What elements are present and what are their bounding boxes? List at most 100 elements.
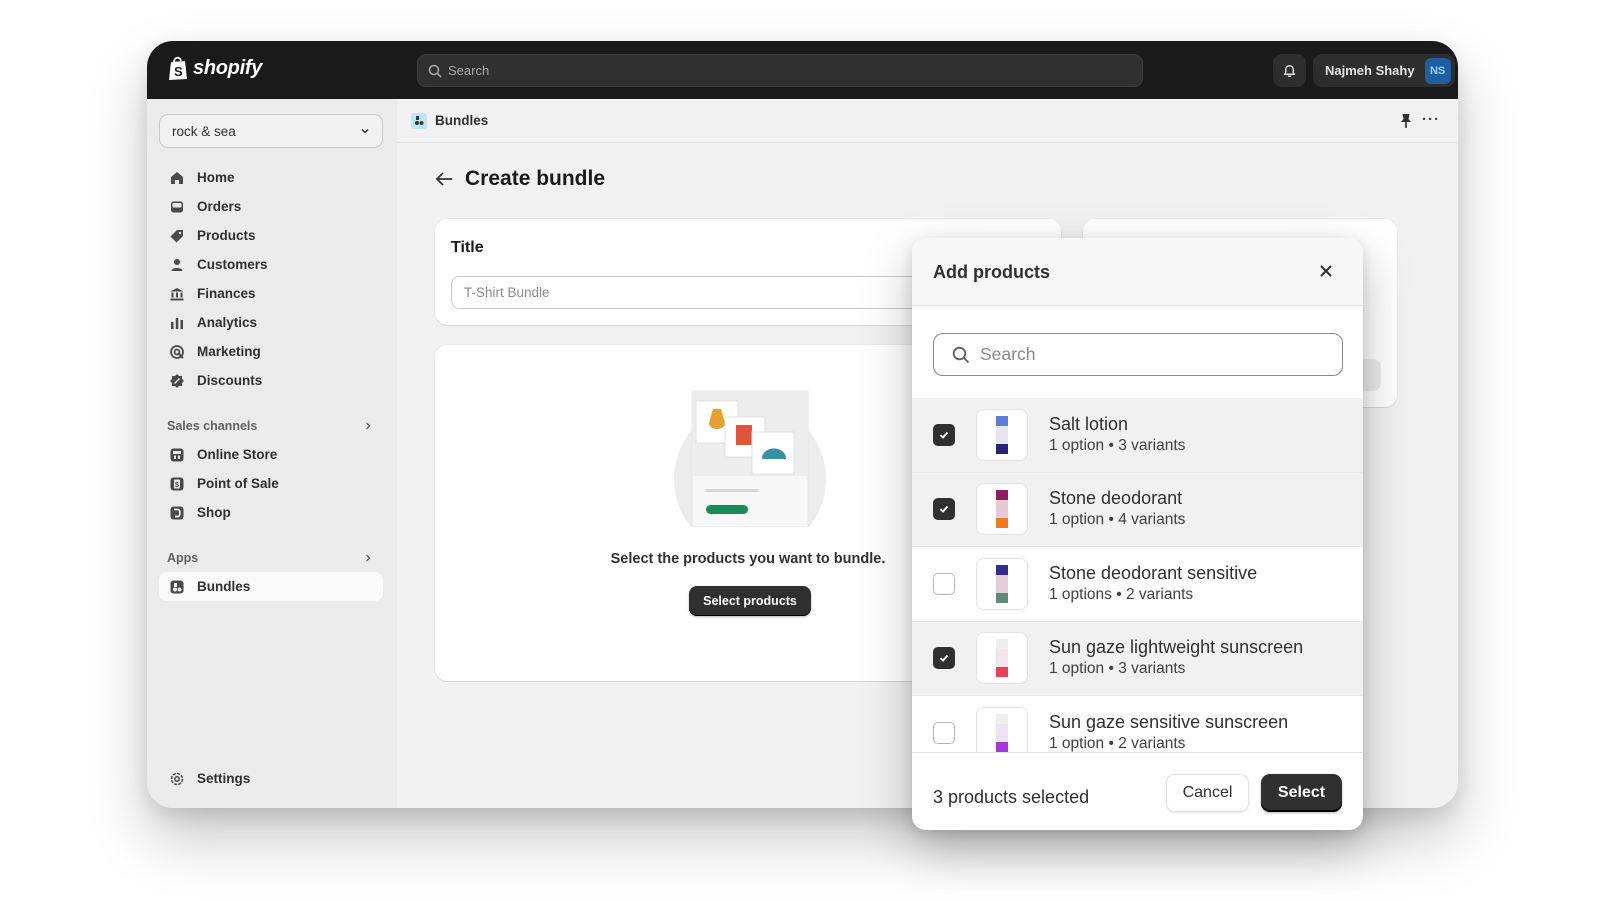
sidebar-item-point-of-sale[interactable]: $ Point of Sale: [159, 469, 383, 498]
product-bottle-image: [996, 415, 1008, 454]
shopify-bag-icon: S: [169, 56, 187, 80]
product-name: Sun gaze sensitive sunscreen: [1049, 711, 1289, 732]
sidebar-item-label: Analytics: [197, 315, 258, 330]
user-menu-button[interactable]: Najmeh Shahy NS: [1313, 54, 1455, 87]
sidebar-item-orders[interactable]: Orders: [159, 192, 383, 221]
sidebar-item-label: Finances: [197, 286, 256, 301]
notifications-button[interactable]: [1273, 54, 1306, 87]
avatar: NS: [1424, 57, 1451, 84]
sidebar-item-label: Home: [197, 170, 235, 185]
svg-text:S: S: [174, 64, 183, 79]
modal-header: Add products: [912, 238, 1363, 306]
sidebar-item-shop[interactable]: Shop: [159, 498, 383, 527]
back-arrow-icon[interactable]: [435, 172, 453, 186]
product-checkbox[interactable]: [933, 721, 955, 744]
chevron-down-icon: [361, 128, 369, 134]
more-actions-icon[interactable]: ···: [1422, 111, 1440, 128]
product-meta: 1 option • 3 variants: [1049, 436, 1186, 454]
product-checkbox[interactable]: [933, 423, 955, 446]
sidebar-item-online-store[interactable]: Online Store: [159, 440, 383, 469]
store-name: rock & sea: [172, 123, 236, 139]
global-search-input[interactable]: Search: [417, 54, 1143, 87]
product-bottle-image: [996, 490, 1008, 529]
product-thumbnail: [976, 483, 1028, 536]
sidebar-item-label: Online Store: [197, 447, 278, 462]
product-checkbox[interactable]: [933, 572, 955, 595]
select-button[interactable]: Select: [1261, 774, 1342, 812]
product-name: Stone deodorant sensitive: [1049, 562, 1258, 583]
bundle-illustration: [674, 390, 826, 527]
apps-header[interactable]: Apps: [159, 543, 383, 572]
chevron-right-icon: [366, 554, 371, 561]
sales-channels-header[interactable]: Sales channels: [159, 411, 383, 440]
sidebar-item-settings[interactable]: Settings: [159, 764, 383, 793]
close-icon: [1320, 265, 1332, 277]
search-icon: [428, 64, 442, 78]
selected-count: 3 products selected: [933, 787, 1090, 807]
product-search-input[interactable]: Search: [933, 333, 1343, 376]
sidebar-settings: Settings: [159, 764, 383, 793]
product-row[interactable]: Stone deodorant 1 option • 4 variants: [912, 472, 1363, 547]
product-row[interactable]: Stone deodorant sensitive 1 options • 2 …: [912, 547, 1363, 622]
product-bottle-image: [996, 564, 1008, 603]
sidebar: rock & sea Home Orders Products Customer…: [147, 99, 397, 808]
section-heading: Sales channels: [167, 418, 258, 433]
sidebar-item-label: Customers: [197, 257, 268, 272]
sidebar-item-marketing[interactable]: Marketing: [159, 337, 383, 366]
person-icon: [171, 258, 183, 271]
app-name: Bundles: [435, 113, 489, 128]
sidebar-item-products[interactable]: Products: [159, 221, 383, 250]
sidebar-item-label: Marketing: [197, 344, 261, 359]
pin-icon[interactable]: [1399, 113, 1413, 129]
product-row[interactable]: Salt lotion 1 option • 3 variants: [912, 398, 1363, 473]
product-bottle-image: [996, 713, 1008, 752]
cancel-button[interactable]: Cancel: [1166, 774, 1249, 812]
page-header: Create bundle: [435, 167, 605, 191]
chevron-right-icon: [366, 422, 371, 429]
checkmark-icon: [939, 431, 949, 439]
modal-footer: 3 products selected Cancel Select: [912, 752, 1363, 830]
sidebar-item-analytics[interactable]: Analytics: [159, 308, 383, 337]
product-meta: 1 options • 2 variants: [1049, 585, 1194, 603]
close-button[interactable]: [1315, 260, 1337, 282]
home-icon: [171, 171, 183, 184]
sidebar-item-label: Discounts: [197, 373, 263, 388]
sidebar-item-home[interactable]: Home: [159, 163, 383, 192]
shopify-logo[interactable]: S shopify: [167, 55, 262, 81]
sidebar-item-discounts[interactable]: Discounts: [159, 366, 383, 395]
top-bar: S shopify Search Najmeh Shahy NS: [147, 41, 1458, 99]
orders-icon: [171, 201, 183, 212]
select-products-button[interactable]: Select products: [689, 586, 811, 616]
product-row[interactable]: Sun gaze lightweight sunscreen 1 option …: [912, 621, 1363, 696]
product-bottle-image: [996, 639, 1008, 678]
sidebar-item-bundles[interactable]: Bundles: [159, 572, 383, 601]
target-icon: [170, 344, 184, 359]
search-placeholder: Search: [448, 63, 490, 78]
sidebar-item-finances[interactable]: Finances: [159, 279, 383, 308]
sidebar-item-customers[interactable]: Customers: [159, 250, 383, 279]
checkmark-icon: [939, 655, 949, 663]
page-title: Create bundle: [465, 167, 606, 190]
checkmark-icon: [939, 506, 949, 514]
sidebar-item-label: Orders: [197, 199, 242, 214]
search-placeholder: Search: [980, 344, 1036, 364]
sidebar-item-label: Shop: [197, 505, 231, 520]
pos-icon: $: [170, 477, 184, 490]
brand-name: shopify: [193, 56, 263, 79]
svg-text:$: $: [175, 482, 179, 489]
title-label: Title: [451, 239, 484, 256]
modal-title: Add products: [933, 262, 1050, 282]
sidebar-item-label: Bundles: [197, 579, 251, 594]
product-checkbox[interactable]: [933, 498, 955, 521]
product-thumbnail: [976, 632, 1028, 685]
product-checkbox[interactable]: [933, 647, 955, 670]
sidebar-item-label: Settings: [197, 771, 251, 786]
bank-icon: [170, 287, 184, 300]
sidebar-item-label: Products: [197, 228, 256, 243]
main-nav: Home Orders Products Customers Finances …: [159, 163, 383, 601]
store-selector[interactable]: rock & sea: [159, 114, 383, 148]
section-heading: Apps: [167, 550, 199, 565]
user-name: Najmeh Shahy: [1325, 63, 1415, 78]
product-meta: 1 option • 4 variants: [1049, 511, 1186, 529]
product-name: Salt lotion: [1049, 413, 1129, 434]
